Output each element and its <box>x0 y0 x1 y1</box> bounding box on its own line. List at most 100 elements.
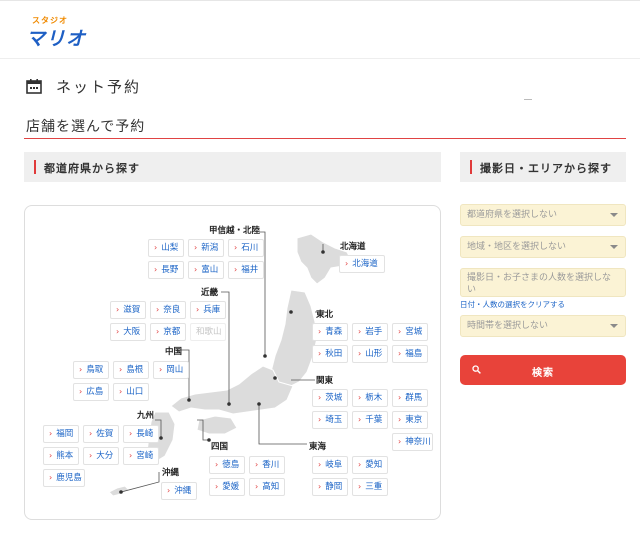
chevron-down-icon <box>610 213 618 217</box>
chevron-right-icon: › <box>116 305 120 314</box>
section-divider <box>24 138 626 139</box>
prefecture-link-shimane[interactable]: › 島根 <box>113 361 149 379</box>
chevron-right-icon: › <box>49 473 53 482</box>
date-area-panel-heading: 撮影日・エリアから探す <box>460 152 626 182</box>
japan-map-panel: 甲信越・北陸 › 山梨 › 新潟 › 石川 › 長野 › 富山 › 福井 北海道 › 北海道 … <box>24 205 441 520</box>
region-label-okinawa: 沖縄 <box>162 468 180 478</box>
prefecture-link-niigata[interactable]: › 新潟 <box>188 239 224 257</box>
chevron-right-icon: › <box>79 387 83 396</box>
chevron-right-icon: › <box>318 349 322 358</box>
prefecture-link-tokushima[interactable]: › 徳島 <box>209 456 245 474</box>
logo-main-text: マリオ <box>26 28 87 50</box>
chevron-right-icon: › <box>234 265 238 274</box>
region-label-koshinetsu: 甲信越・北陸 <box>209 226 261 236</box>
prefecture-link-ibaraki[interactable]: › 茨城 <box>312 389 348 407</box>
page-title-row: ネット予約 <box>26 74 326 100</box>
prefecture-link-tokyo[interactable]: › 東京 <box>392 411 428 429</box>
chevron-right-icon: › <box>398 349 402 358</box>
prefecture-link-nagasaki[interactable]: › 長崎 <box>123 425 159 443</box>
chevron-right-icon: › <box>318 415 322 424</box>
chevron-down-icon <box>610 324 618 328</box>
prefecture-link-saitama[interactable]: › 埼玉 <box>312 411 348 429</box>
region-label-hokkaido: 北海道 <box>340 242 366 252</box>
search-button-label: 検索 <box>532 368 554 379</box>
prefecture-link-yamanashi[interactable]: › 山梨 <box>148 239 184 257</box>
prefecture-link-shizuoka[interactable]: › 静岡 <box>312 478 348 496</box>
prefecture-link-hyogo[interactable]: › 兵庫 <box>190 301 226 319</box>
chevron-right-icon: › <box>318 393 322 402</box>
prefecture-link-aichi[interactable]: › 愛知 <box>352 456 388 474</box>
chevron-right-icon: › <box>345 259 349 268</box>
region-label-chugoku: 中国 <box>165 347 183 357</box>
chevron-right-icon: › <box>358 415 362 424</box>
calendar-icon <box>26 79 42 94</box>
page-title: ネット予約 <box>56 78 142 96</box>
prefecture-link-fukui[interactable]: › 福井 <box>228 261 264 279</box>
chevron-right-icon: › <box>194 265 198 274</box>
prefecture-link-saga[interactable]: › 佐賀 <box>83 425 119 443</box>
prefecture-link-ehime[interactable]: › 愛媛 <box>209 478 245 496</box>
prefecture-link-yamaguchi[interactable]: › 山口 <box>113 383 149 401</box>
prefecture-panel-heading: 都道府県から探す <box>24 152 441 182</box>
prefecture-link-hiroshima[interactable]: › 広島 <box>73 383 109 401</box>
chevron-right-icon: › <box>398 415 402 424</box>
chevron-right-icon: › <box>49 429 53 438</box>
prefecture-link-hokkaido[interactable]: › 北海道 <box>339 255 385 273</box>
prefecture-link-yamagata[interactable]: › 山形 <box>352 345 388 363</box>
region-label-shikoku: 四国 <box>211 442 229 452</box>
chevron-right-icon: › <box>398 437 402 446</box>
prefecture-link-miyazaki[interactable]: › 宮崎 <box>123 447 159 465</box>
prefecture-link-kyoto[interactable]: › 京都 <box>150 323 186 341</box>
prefecture-link-okayama[interactable]: › 岡山 <box>153 361 189 379</box>
date-count-select[interactable]: 撮影日・お子さまの人数を選択しない <box>460 268 626 297</box>
heading-accent-bar <box>34 160 36 174</box>
time-select[interactable]: 時間帯を選択しない <box>460 315 626 337</box>
chevron-right-icon: › <box>358 460 362 469</box>
prefecture-link-miyagi[interactable]: › 宮城 <box>392 323 428 341</box>
chevron-right-icon: › <box>194 243 198 252</box>
prefecture-link-gifu[interactable]: › 岐阜 <box>312 456 348 474</box>
chevron-right-icon: › <box>154 265 158 274</box>
prefecture-link-akita[interactable]: › 秋田 <box>312 345 348 363</box>
region-label-tohoku: 東北 <box>316 310 334 320</box>
prefecture-link-kanagawa[interactable]: › 神奈川 <box>392 433 433 451</box>
site-header: スタジオ マリオ <box>0 1 640 59</box>
prefecture-link-gunma[interactable]: › 群馬 <box>392 389 428 407</box>
prefecture-link-kumamoto[interactable]: › 熊本 <box>43 447 79 465</box>
prefecture-link-aomori[interactable]: › 青森 <box>312 323 348 341</box>
prefecture-link-iwate[interactable]: › 岩手 <box>352 323 388 341</box>
chevron-right-icon: › <box>358 393 362 402</box>
prefecture-select[interactable]: 都道府県を選択しない <box>460 204 626 226</box>
search-button[interactable]: 検索 <box>460 355 626 385</box>
prefecture-link-oita[interactable]: › 大分 <box>83 447 119 465</box>
prefecture-link-kochi[interactable]: › 高知 <box>249 478 285 496</box>
prefecture-link-nara[interactable]: › 奈良 <box>150 301 186 319</box>
prefecture-link-fukushima[interactable]: › 福島 <box>392 345 428 363</box>
heading-accent-bar <box>470 160 472 174</box>
date-area-panel-heading-text: 撮影日・エリアから探す <box>480 162 612 175</box>
chevron-right-icon: › <box>156 305 160 314</box>
prefecture-link-ishikawa[interactable]: › 石川 <box>228 239 264 257</box>
prefecture-link-toyama[interactable]: › 富山 <box>188 261 224 279</box>
region-label-kyushu: 九州 <box>137 411 155 421</box>
prefecture-link-tottori[interactable]: › 鳥取 <box>73 361 109 379</box>
area-select[interactable]: 地域・地区を選択しない <box>460 236 626 258</box>
chevron-down-icon <box>610 245 618 249</box>
prefecture-link-mie[interactable]: › 三重 <box>352 478 388 496</box>
decorative-dash <box>524 99 532 100</box>
prefecture-link-shiga[interactable]: › 滋賀 <box>110 301 146 319</box>
chevron-right-icon: › <box>398 393 402 402</box>
prefecture-link-fukuoka[interactable]: › 福岡 <box>43 425 79 443</box>
prefecture-link-osaka[interactable]: › 大阪 <box>110 323 146 341</box>
site-logo[interactable]: スタジオ マリオ <box>26 15 87 50</box>
section-title: 店舗を選んで予約 <box>26 119 146 135</box>
chevron-right-icon: › <box>116 327 120 336</box>
prefecture-link-kagoshima[interactable]: › 鹿児島 <box>43 469 85 487</box>
prefecture-link-tochigi[interactable]: › 栃木 <box>352 389 388 407</box>
clear-date-count-link[interactable]: 日付・人数の選択をクリアする <box>460 299 565 310</box>
prefecture-link-okinawa[interactable]: › 沖縄 <box>161 482 197 500</box>
prefecture-link-kagawa[interactable]: › 香川 <box>249 456 285 474</box>
prefecture-link-chiba[interactable]: › 千葉 <box>352 411 388 429</box>
chevron-right-icon: › <box>129 429 133 438</box>
prefecture-link-nagano[interactable]: › 長野 <box>148 261 184 279</box>
